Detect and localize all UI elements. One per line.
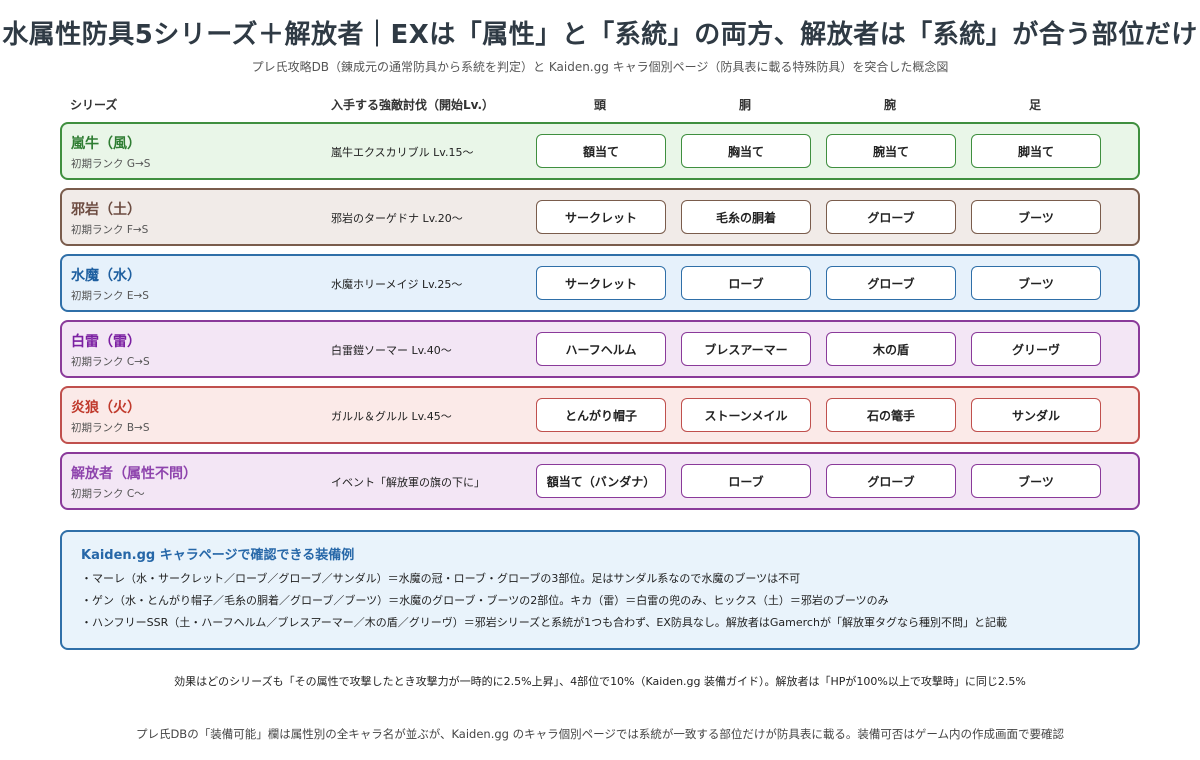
series-quest: 邪岩のターゲドナ Lv.20〜 [331, 212, 463, 225]
series-rank: 初期ランク C〜 [71, 488, 145, 500]
slot-head: とんがり帽子 [536, 398, 666, 432]
series-rank: 初期ランク F→S [71, 224, 149, 236]
series-name: 水魔（水） [71, 268, 141, 284]
page-subtitle: プレ氏攻略DB（錬成元の通常防具から系統を判定）と Kaiden.gg キャラ個… [251, 60, 949, 74]
slot-arm: 腕当て [826, 134, 956, 168]
series-row: 炎狼（火） 初期ランク B→S ガルル＆グルル Lv.45〜 とんがり帽子 ストーンメイ… [60, 386, 1140, 444]
series-quest: 水魔ホリーメイジ Lv.25〜 [331, 278, 463, 291]
slot-head: ハーフヘルム [536, 332, 666, 366]
header-leg: 足 [1028, 98, 1041, 112]
series-quest: 白雷鎧ソーマー Lv.40〜 [331, 344, 452, 357]
info-line-mare: ・マーレ（水・サークレット／ローブ／グローブ／サンダル）＝水魔の冠・ローブ・グロ… [81, 572, 801, 585]
slot-leg: ブーツ [971, 464, 1101, 498]
slot-head: 額当て [536, 134, 666, 168]
series-name: 白雷（雷） [71, 334, 141, 350]
slot-leg: サンダル [971, 398, 1101, 432]
info-line-humphrey: ・ハンフリーSSR（土・ハーフヘルム／ブレスアーマー／木の盾／グリーヴ）＝邪岩シ… [81, 616, 1007, 629]
series-quest: ガルル＆グルル Lv.45〜 [331, 410, 452, 423]
slot-body: 胸当て [681, 134, 811, 168]
slot-head: 額当て（バンダナ） [536, 464, 666, 498]
series-name: 嵐牛（風） [71, 136, 141, 152]
header-quest: 入手する強敵討伐（開始Lv.） [331, 98, 495, 112]
slot-body: ブレスアーマー [681, 332, 811, 366]
slot-arm: グローブ [826, 200, 956, 234]
series-quest: 嵐牛エクスカリブル Lv.15〜 [331, 146, 474, 159]
slot-leg: ブーツ [971, 200, 1101, 234]
slot-arm: グローブ [826, 464, 956, 498]
header-head: 頭 [593, 98, 606, 112]
page-title: 水属性防具5シリーズ＋解放者｜EXは「属性」と「系統」の両方、解放者は「系統」が… [2, 20, 1198, 50]
slot-body: ストーンメイル [681, 398, 811, 432]
slot-arm: 木の盾 [826, 332, 956, 366]
series-row: 白雷（雷） 初期ランク C→S 白雷鎧ソーマー Lv.40〜 ハーフヘルム ブレスアーマ… [60, 320, 1140, 378]
slot-leg: グリーヴ [971, 332, 1101, 366]
series-name: 解放者（属性不問） [71, 466, 197, 482]
series-rank: 初期ランク C→S [71, 356, 150, 368]
slot-head: サークレット [536, 266, 666, 300]
series-name: 邪岩（土） [71, 202, 141, 218]
equipment-example-box: Kaiden.gg キャラページで確認できる装備例 ・マーレ（水・サークレット／… [60, 530, 1140, 650]
info-line-gen: ・ゲン（水・とんがり帽子／毛糸の胴着／グローブ／ブーツ）＝水魔のグローブ・ブーツ… [81, 594, 889, 607]
series-row: 水魔（水） 初期ランク E→S 水魔ホリーメイジ Lv.25〜 サークレット ローブ グロ… [60, 254, 1140, 312]
info-heading: Kaiden.gg キャラページで確認できる装備例 [81, 548, 355, 563]
header-arm: 腕 [883, 98, 896, 112]
series-row: 嵐牛（風） 初期ランク G→S 嵐牛エクスカリブル Lv.15〜 額当て 胸当て 腕当て脚… [60, 122, 1140, 180]
series-rank: 初期ランク B→S [71, 422, 150, 434]
series-name: 炎狼（火） [71, 400, 141, 416]
slot-body: ローブ [681, 464, 811, 498]
series-rank: 初期ランク G→S [71, 158, 151, 170]
slot-leg: 脚当て [971, 134, 1101, 168]
slot-leg: ブーツ [971, 266, 1101, 300]
series-rank: 初期ランク E→S [71, 290, 149, 302]
series-row: 解放者（属性不問） 初期ランク C〜 イベント「解放軍の旗の下に」 額当て（バンダナ）… [60, 452, 1140, 510]
slot-body: ローブ [681, 266, 811, 300]
slot-head: サークレット [536, 200, 666, 234]
header-body: 胴 [738, 98, 751, 112]
slot-body: 毛糸の胴着 [681, 200, 811, 234]
slot-arm: グローブ [826, 266, 956, 300]
header-series: シリーズ [70, 98, 118, 112]
series-quest: イベント「解放軍の旗の下に」 [331, 476, 485, 489]
availability-footnote: プレ氏DBの「装備可能」欄は属性別の全キャラ名が並ぶが、Kaiden.gg のキ… [135, 727, 1065, 741]
effect-footnote: 効果はどのシリーズも「その属性で攻撃したとき攻撃力が一時的に2.5%上昇」、4部… [174, 675, 1026, 688]
series-row: 邪岩（土） 初期ランク F→S 邪岩のターゲドナ Lv.20〜 サークレット 毛糸の胴着… [60, 188, 1140, 246]
slot-arm: 石の篭手 [826, 398, 956, 432]
